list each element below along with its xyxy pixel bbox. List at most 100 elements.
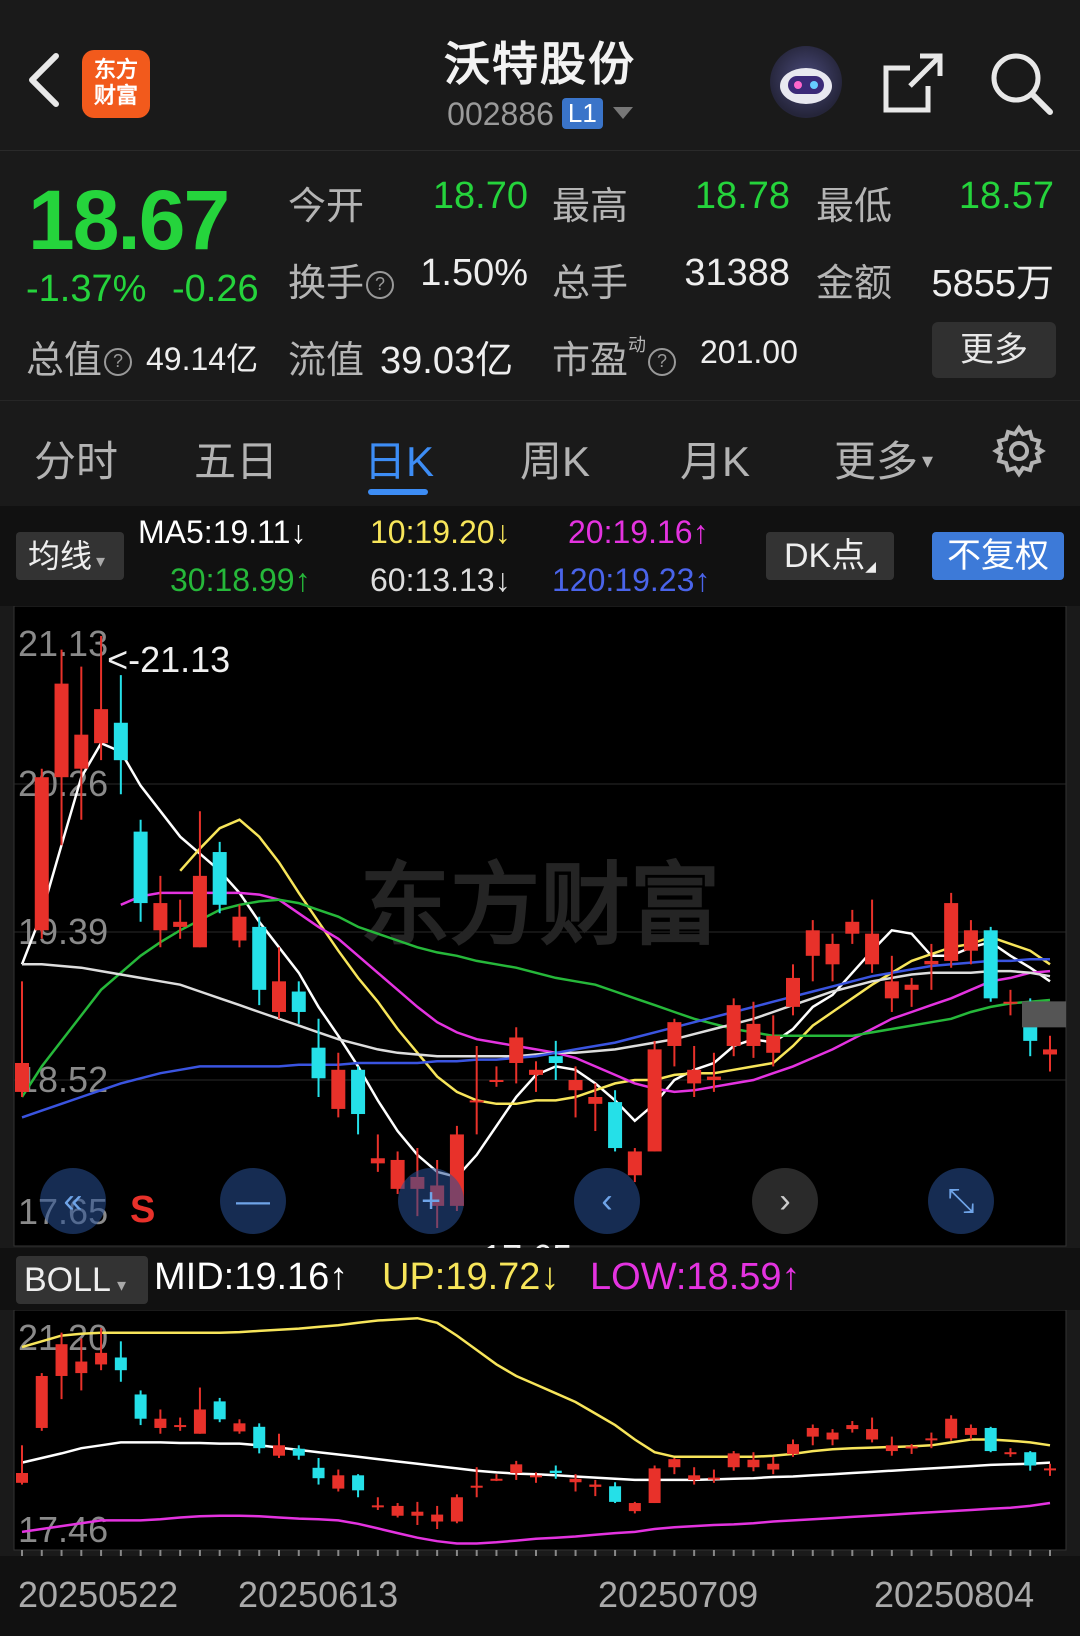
candle-body: [192, 875, 207, 948]
candle-body: [826, 1432, 839, 1440]
tab-weekly-k[interactable]: 周K: [520, 428, 590, 489]
market-cap-value: 49.14亿: [146, 341, 259, 377]
candle-body: [668, 1459, 681, 1468]
candle-body: [470, 1485, 483, 1488]
info-icon[interactable]: ?: [366, 271, 395, 299]
candle-body: [964, 1427, 977, 1435]
candle-body: [193, 1409, 206, 1434]
scroll-left-icon[interactable]: ‹: [574, 1168, 640, 1234]
candle-body: [312, 1467, 325, 1479]
amount-value: 5855万: [931, 263, 1054, 305]
zoom-in-icon[interactable]: +: [398, 1168, 464, 1234]
assistant-robot-icon[interactable]: [770, 46, 842, 118]
rewind-fast-icon[interactable]: «: [40, 1168, 106, 1234]
y-tick-label: 18.52: [18, 1059, 108, 1100]
candle-body: [984, 1427, 997, 1452]
candle: [945, 1415, 958, 1441]
candle: [648, 1465, 661, 1504]
candle-body: [905, 1446, 918, 1449]
candle-body: [352, 1475, 365, 1491]
candle-body: [866, 1429, 879, 1440]
candle-body: [924, 960, 939, 965]
tab-monthly-k[interactable]: 月K: [680, 428, 750, 489]
candle-body: [233, 1423, 246, 1432]
current-price-marker: [1022, 1001, 1066, 1028]
candle-body: [1003, 1001, 1018, 1004]
candle-body: [54, 683, 69, 778]
candle-body: [707, 1477, 720, 1480]
info-icon[interactable]: ?: [648, 348, 677, 376]
candle: [35, 1373, 48, 1431]
candle-body: [292, 1448, 305, 1456]
ma20-value: 20:19.16↑: [568, 514, 709, 550]
candle-body: [311, 1047, 326, 1079]
share-icon[interactable]: [880, 50, 946, 116]
boll-low-value: LOW:18.59↑: [590, 1256, 801, 1298]
candle-body: [134, 1394, 147, 1419]
candle-body: [627, 1151, 642, 1176]
dk-point-button[interactable]: DK点◢: [766, 532, 894, 580]
candle-body: [15, 1062, 29, 1092]
change-amount: -0.26: [172, 268, 259, 310]
date-label: 20250522: [18, 1574, 179, 1615]
tab-intraday[interactable]: 分时: [34, 428, 118, 489]
date-label: 20250613: [238, 1574, 399, 1615]
amount-label: 金额: [816, 263, 893, 305]
date-label: 20250709: [598, 1574, 759, 1615]
candle-body: [95, 1352, 108, 1365]
settings-gear-icon[interactable]: [992, 424, 1046, 478]
ma30-value: 30:18.99↑: [170, 562, 311, 598]
candle-body: [253, 1426, 266, 1449]
candle-body: [766, 1035, 781, 1053]
volume-label: 总手: [552, 263, 629, 305]
candle-body: [75, 1361, 88, 1374]
more-quote-button[interactable]: 更多: [932, 322, 1056, 378]
candle-body: [589, 1484, 602, 1487]
candle: [983, 926, 998, 1002]
candle-body: [608, 1102, 623, 1149]
candle-body: [1024, 1452, 1037, 1466]
candle-body: [114, 1357, 127, 1371]
adjust-mode-button[interactable]: 不复权: [932, 532, 1064, 580]
candle: [450, 1494, 463, 1524]
indicator-select-boll[interactable]: BOLL ▾: [16, 1256, 148, 1304]
tab-five-day[interactable]: 五日: [194, 428, 278, 489]
kline-chart[interactable]: 21.1320.2619.3918.5217.65 东方财富 21.2017.4…: [0, 606, 1080, 1636]
market-cap-label: 总值?: [26, 329, 133, 384]
candle-body: [687, 1069, 702, 1084]
boll-mid-value: MID:19.16↑: [154, 1256, 349, 1298]
candle-body: [490, 1478, 503, 1481]
candle-body: [647, 1049, 662, 1152]
candle-body: [154, 1418, 167, 1428]
candle-body: [291, 991, 306, 1012]
candle-body: [510, 1464, 523, 1474]
candle-body: [667, 1022, 682, 1046]
candle-body: [884, 981, 899, 999]
candle-body: [747, 1459, 760, 1468]
tab-daily-k[interactable]: 日K: [364, 428, 434, 489]
candle-body: [767, 1463, 780, 1470]
candle-body: [983, 930, 998, 999]
candle-body: [272, 981, 286, 1012]
candle-body: [569, 1478, 582, 1483]
candle-body: [489, 1080, 504, 1082]
candle-body: [529, 1069, 543, 1075]
tab-more[interactable]: 更多 ▾: [834, 428, 933, 489]
candle-body: [846, 1425, 859, 1430]
indicator-select-ma[interactable]: 均线 ▾: [16, 532, 124, 580]
candle-body: [55, 1344, 68, 1376]
pe-value: 201.00: [700, 334, 798, 370]
candle-body: [16, 1473, 28, 1483]
info-icon[interactable]: ?: [104, 348, 133, 376]
high-label: 最高: [552, 186, 629, 228]
fullscreen-icon[interactable]: ⤡: [928, 1168, 994, 1234]
zoom-out-icon[interactable]: —: [220, 1168, 286, 1234]
candle-body: [370, 1158, 385, 1164]
candle-body: [845, 921, 860, 934]
volume-value: 31388: [684, 252, 790, 294]
last-price: 18.67: [28, 173, 230, 267]
candle: [213, 1397, 226, 1423]
active-tab-indicator: [368, 489, 428, 495]
search-icon[interactable]: [988, 50, 1054, 116]
scroll-right-icon[interactable]: ›: [752, 1168, 818, 1234]
